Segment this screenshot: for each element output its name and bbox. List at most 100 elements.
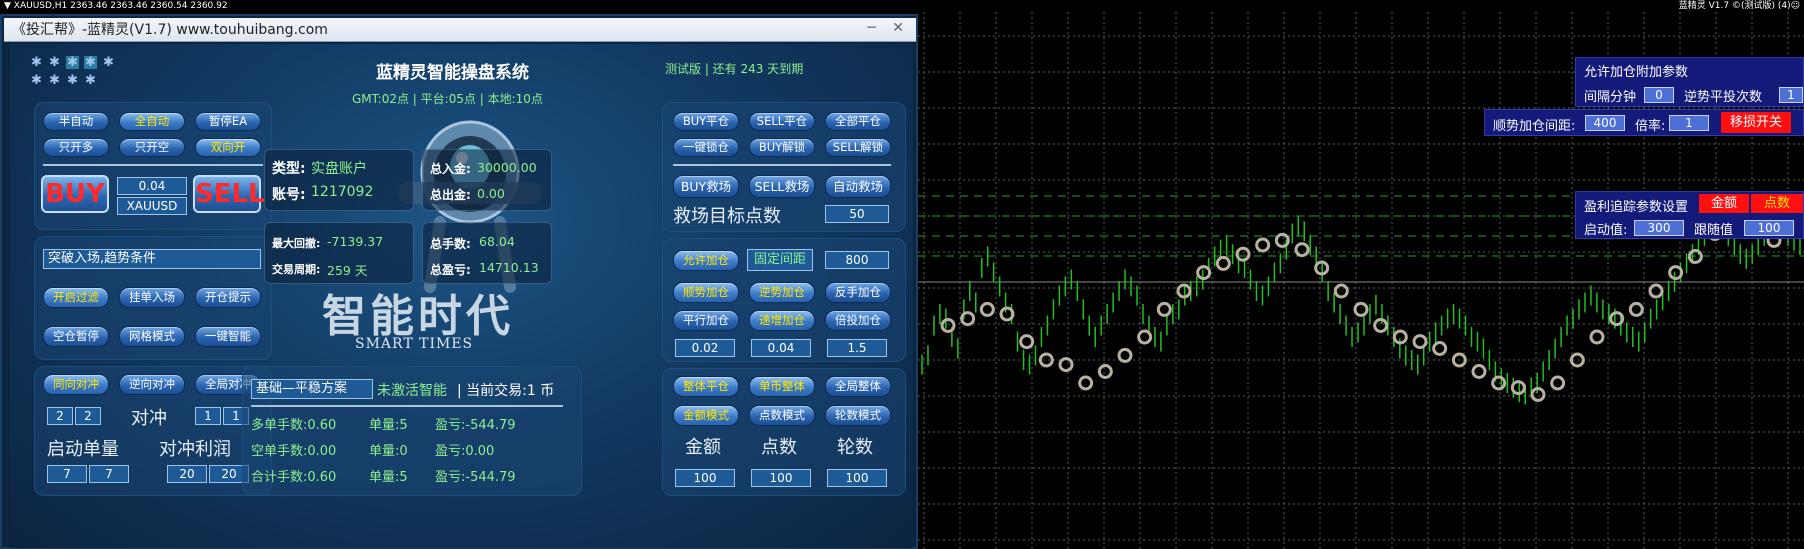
symbol-star-icon[interactable]: ✱ (66, 74, 79, 87)
trade-marker (1333, 283, 1349, 299)
single-total-button[interactable]: 单币整体 (749, 376, 815, 397)
trade-marker (1215, 255, 1231, 271)
one-key-smart-button[interactable]: 一键智能 (195, 326, 261, 347)
plan-select[interactable]: 基础—平稳方案 (251, 379, 373, 399)
reverse-hedge-button[interactable]: 逆向对冲 (119, 374, 185, 395)
buy-rescue-button[interactable]: BUY救场 (673, 175, 739, 198)
lot-input[interactable]: 0.04 (117, 177, 187, 195)
reverse-add-button[interactable]: 反手加仓 (825, 282, 891, 303)
divider (251, 405, 563, 407)
start-value-input[interactable]: 300 (1634, 220, 1684, 236)
points-tab[interactable]: 点数 (1751, 194, 1803, 213)
trade-marker (1058, 357, 1074, 373)
both-direction-button[interactable]: 双向开 (195, 138, 261, 157)
hedge-input-2[interactable]: 2 (75, 407, 101, 425)
close-box: BUY平仓 SELL平仓 全部平仓 一键锁仓 BUY解锁 SELL解锁 BUY救… (662, 102, 906, 232)
counter-times-input[interactable]: 1 (1779, 87, 1803, 103)
hedge-input-6[interactable]: 7 (89, 465, 129, 483)
divider (673, 164, 891, 166)
rounds-mode-button[interactable]: 轮数模式 (825, 405, 891, 426)
symbol-star-icon[interactable]: ✱ (48, 74, 61, 87)
counter-add-button[interactable]: 逆势加仓 (749, 282, 815, 303)
spacing-input[interactable]: 800 (825, 251, 889, 269)
all-close-button[interactable]: 全部平仓 (825, 112, 891, 131)
rescue-target-input[interactable]: 50 (825, 205, 889, 223)
hedge-input-1[interactable]: 2 (47, 407, 73, 425)
buy-unlock-button[interactable]: BUY解锁 (749, 138, 815, 157)
symbol-star-icon[interactable]: ✱ (66, 56, 79, 69)
amount-label: 金额 (685, 437, 721, 458)
fixed-spacing-select[interactable]: 固定间距 (747, 249, 813, 271)
hedge-input-7[interactable]: 20 (167, 465, 207, 483)
trade-marker (1628, 301, 1644, 317)
window-controls[interactable]: ─ ✕ (867, 18, 910, 38)
sell-close-button[interactable]: SELL平仓 (749, 112, 815, 131)
only-long-button[interactable]: 只开多 (43, 138, 109, 157)
add-input-1[interactable]: 0.02 (675, 339, 735, 357)
start-lot-label: 启动单量 (47, 439, 119, 460)
points-mode-button[interactable]: 点数模式 (749, 405, 815, 426)
trade-marker (1471, 364, 1487, 379)
total-lots-value: 68.04 (479, 234, 515, 249)
hedge-input-5[interactable]: 7 (47, 465, 87, 483)
buy-button[interactable]: BUY (41, 175, 109, 213)
points-input[interactable]: 100 (751, 469, 811, 487)
account-card-2: 总入金: 30000.00 总出金: 0.00 (422, 149, 552, 211)
only-short-button[interactable]: 只开空 (119, 138, 185, 157)
sell-unlock-button[interactable]: SELL解锁 (825, 138, 891, 157)
add-input-2[interactable]: 0.04 (751, 339, 811, 357)
symbol-star-icon[interactable]: ✱ (48, 56, 61, 69)
trade-marker (1156, 301, 1172, 317)
inc-add-button[interactable]: 递增加仓 (749, 310, 815, 331)
sell-rescue-button[interactable]: SELL救场 (749, 175, 815, 198)
buy-close-button[interactable]: BUY平仓 (673, 112, 739, 131)
total-close-button[interactable]: 整体平仓 (673, 376, 739, 397)
trend-spacing-input[interactable]: 400 (1585, 115, 1625, 131)
trail-params-panel: 盈利追踪参数设置 金额 点数 启动值: 300 跟随值 100 (1575, 191, 1804, 239)
lock-button[interactable]: 一键锁仓 (673, 138, 739, 157)
auto-rescue-button[interactable]: 自动救场 (825, 175, 891, 198)
grid-mode-button[interactable]: 网格模式 (119, 326, 185, 347)
trade-marker (1510, 380, 1526, 396)
hedge-input-3[interactable]: 1 (195, 407, 221, 425)
total-qty: 单量:5 (369, 470, 408, 485)
rounds-input[interactable]: 100 (827, 469, 887, 487)
global-total-button[interactable]: 全局整体 (825, 376, 891, 397)
rescue-target-label: 救场目标点数 (673, 206, 781, 227)
symbol-quote: ▼ XAUUSD,H1 2363.46 2363.46 2360.54 2360… (4, 1, 228, 11)
trend-add-button[interactable]: 顺势加仓 (673, 282, 739, 303)
long-lots: 多单手数:0.60 (251, 418, 337, 433)
ratio-input[interactable]: 1 (1669, 115, 1709, 131)
mult-add-button[interactable]: 倍投加仓 (825, 310, 891, 331)
allow-add-button[interactable]: 允许加仓 (673, 250, 739, 271)
symbol-star-icon[interactable]: ✱ (102, 56, 115, 69)
sl-switch-button[interactable]: 移损开关 (1721, 112, 1791, 133)
symbol-star-icon[interactable]: ✱ (30, 56, 43, 69)
amount-tab[interactable]: 金额 (1699, 194, 1749, 213)
open-hint-button[interactable]: 开仓提示 (195, 287, 261, 308)
entry-condition-select[interactable]: 突破入场,趋势条件 (43, 249, 261, 269)
ea-panel-window: 《投汇帮》-蓝精灵(V1.7) www.touhuibang.com ─ ✕ ✱… (0, 14, 918, 549)
full-auto-button[interactable]: 全自动 (119, 112, 185, 131)
short-qty: 单量:0 (369, 444, 408, 459)
add-input-3[interactable]: 1.5 (827, 339, 887, 357)
trial-info: 测试版 | 还有 243 天到期 (665, 62, 804, 76)
semi-auto-button[interactable]: 半自动 (43, 112, 109, 131)
amount-mode-button[interactable]: 金额模式 (673, 405, 739, 426)
amount-input[interactable]: 100 (675, 469, 735, 487)
flat-add-button[interactable]: 平行加仓 (673, 310, 739, 331)
follow-value-input[interactable]: 100 (1744, 220, 1794, 236)
symbol-star-icon[interactable]: ✱ (30, 74, 43, 87)
pending-entry-button[interactable]: 挂单入场 (119, 287, 185, 308)
pause-ea-button[interactable]: 暂停EA (195, 112, 261, 131)
symbol-star-icon[interactable]: ✱ (84, 74, 97, 87)
ratio-label: 倍率: (1635, 119, 1666, 134)
empty-pause-button[interactable]: 空仓暂停 (43, 326, 109, 347)
symbol-star-icon[interactable]: ✱ (84, 56, 97, 69)
interval-input[interactable]: 0 (1644, 87, 1674, 103)
same-dir-hedge-button[interactable]: 同向对冲 (43, 374, 109, 395)
period-value: 259 天 (327, 263, 368, 278)
open-filter-button[interactable]: 开启过滤 (43, 287, 109, 308)
sell-button[interactable]: SELL (193, 175, 265, 213)
symbol-input[interactable]: XAUUSD (117, 197, 187, 215)
